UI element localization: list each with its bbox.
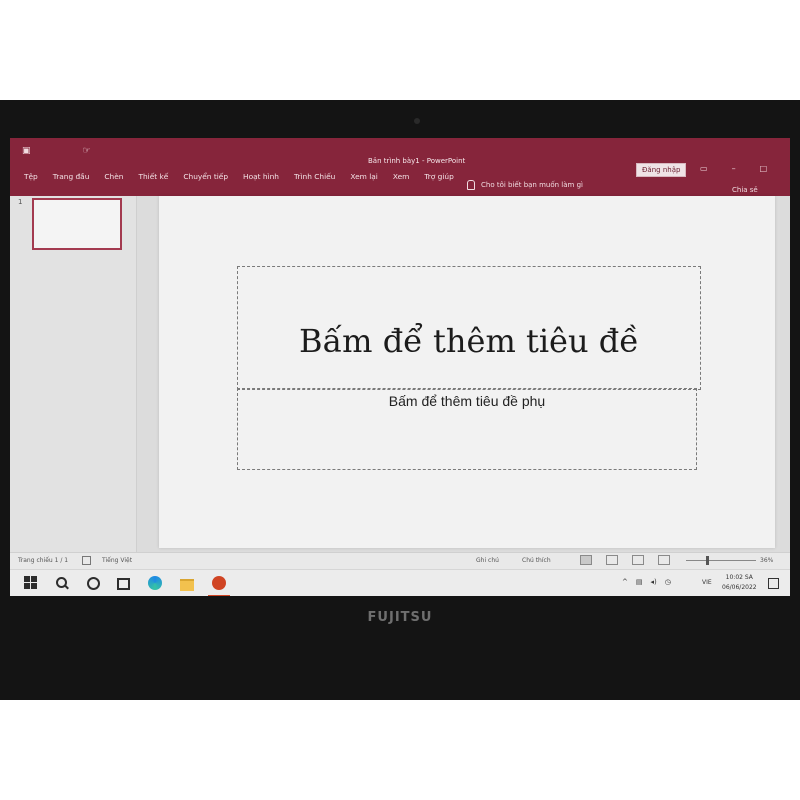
slide-editor: Bấm để thêm tiêu đề Bấm để thêm tiêu đề …	[137, 196, 790, 552]
windows-start-icon[interactable]	[24, 576, 38, 590]
clock[interactable]: 10:02 SA 06/06/2022	[722, 573, 757, 593]
clock-sync-icon[interactable]: ◷	[665, 578, 671, 586]
window-title: Bản trình bày1 - PowerPoint	[368, 157, 466, 165]
cortana-icon[interactable]	[86, 576, 100, 590]
notification-icon[interactable]	[768, 578, 779, 589]
view-buttons	[580, 555, 670, 565]
tab-help[interactable]: Trợ giúp	[424, 172, 453, 181]
tab-animations[interactable]: Hoạt hình	[243, 172, 279, 181]
file-explorer-icon[interactable]	[180, 576, 194, 591]
zoom-level[interactable]: 36%	[760, 557, 773, 564]
windows-taskbar: ^ ▤ ◂) ◷ VIE 10:02 SA 06/06/2022	[10, 569, 790, 596]
network-icon[interactable]: ▤	[636, 578, 643, 586]
share-button[interactable]: Chia sẻ	[732, 186, 758, 194]
status-bar: Trang chiếu 1 / 1 Tiếng Việt Ghi chú Chú…	[10, 552, 790, 569]
comments-button[interactable]: Chú thích	[522, 557, 551, 564]
slide-number: 1	[18, 198, 23, 206]
language-indicator[interactable]: Tiếng Việt	[102, 557, 132, 564]
tab-insert[interactable]: Chèn	[104, 172, 123, 181]
webcam	[414, 118, 420, 124]
screen: ▣ ☞ Bản trình bày1 - PowerPoint Đăng nhậ…	[10, 138, 790, 596]
slide-indicator: Trang chiếu 1 / 1	[18, 557, 69, 564]
slide-sorter-icon[interactable]	[606, 555, 618, 565]
clock-time: 10:02 SA	[725, 574, 753, 581]
tab-slideshow[interactable]: Trình Chiếu	[294, 172, 335, 181]
maximize-icon[interactable]: □	[760, 164, 768, 173]
tab-design[interactable]: Thiết kế	[138, 172, 168, 181]
tab-transitions[interactable]: Chuyển tiếp	[183, 172, 228, 181]
title-bar: ▣ ☞ Bản trình bày1 - PowerPoint Đăng nhậ…	[10, 138, 790, 196]
save-icon[interactable]: ▣	[22, 146, 31, 156]
tell-me-box[interactable]: Cho tôi biết bạn muốn làm gì	[467, 180, 583, 190]
clock-date: 06/06/2022	[722, 584, 757, 591]
system-tray: ^ ▤ ◂) ◷	[622, 578, 671, 586]
tab-file[interactable]: Tệp	[24, 172, 38, 181]
subtitle-placeholder-text: Bấm để thêm tiêu đề phụ	[388, 393, 546, 409]
ribbon-display-icon[interactable]: ▭	[700, 164, 708, 173]
ribbon-tabs: Tệp Trang đầu Chèn Thiết kế Chuyển tiếp …	[24, 172, 469, 181]
active-app-indicator	[208, 595, 230, 596]
quick-access-toolbar: ▣ ☞	[22, 146, 91, 156]
tab-review[interactable]: Xem lại	[350, 172, 377, 181]
edge-browser-icon[interactable]	[148, 576, 162, 590]
notes-button[interactable]: Ghi chú	[476, 557, 499, 564]
slide-thumbnail[interactable]	[32, 198, 122, 250]
subtitle-placeholder[interactable]: Bấm để thêm tiêu đề phụ	[237, 388, 697, 470]
volume-icon[interactable]: ◂)	[651, 578, 657, 586]
sign-in-button[interactable]: Đăng nhập	[636, 163, 687, 177]
window-controls: ▭ – □ ✕	[700, 164, 790, 173]
reading-view-icon[interactable]	[632, 555, 644, 565]
touch-mode-icon[interactable]: ☞	[83, 146, 91, 156]
slide-canvas[interactable]: Bấm để thêm tiêu đề Bấm để thêm tiêu đề …	[159, 196, 775, 548]
normal-view-icon[interactable]	[580, 555, 592, 565]
slide-thumbnails-pane: 1	[10, 196, 137, 552]
spellcheck-icon[interactable]	[82, 556, 91, 565]
search-icon[interactable]	[55, 576, 69, 590]
zoom-slider-thumb[interactable]	[706, 556, 709, 565]
minimize-icon[interactable]: –	[732, 164, 736, 173]
slideshow-icon[interactable]	[658, 555, 670, 565]
tab-home[interactable]: Trang đầu	[53, 172, 90, 181]
task-view-icon[interactable]	[116, 576, 130, 590]
lightbulb-icon	[467, 180, 475, 190]
powerpoint-icon[interactable]	[212, 576, 226, 590]
tell-me-text: Cho tôi biết bạn muốn làm gì	[481, 181, 583, 189]
chevron-up-icon[interactable]: ^	[622, 578, 628, 586]
title-placeholder-text: Bấm để thêm tiêu đề	[299, 322, 639, 360]
tab-view[interactable]: Xem	[393, 172, 409, 181]
zoom-slider[interactable]	[686, 560, 756, 561]
input-language[interactable]: VIE	[702, 579, 712, 586]
title-placeholder[interactable]: Bấm để thêm tiêu đề	[237, 266, 701, 390]
brand-logo: FUJITSU	[367, 610, 433, 625]
